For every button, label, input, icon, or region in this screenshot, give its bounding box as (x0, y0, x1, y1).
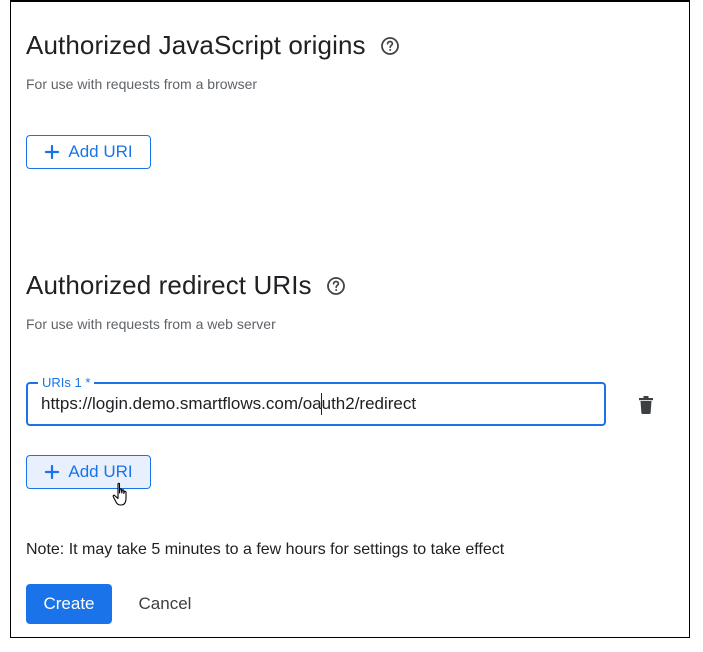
add-uri-label: Add URI (68, 462, 133, 481)
redirect-uris-title: Authorized redirect URIs (26, 270, 312, 300)
add-redirect-uri-button[interactable]: Add URI (26, 455, 151, 489)
js-origins-title: Authorized JavaScript origins (26, 30, 366, 60)
redirect-uri-field[interactable]: URIs 1 * (26, 375, 606, 426)
redirect-uri-field-label: URIs 1 * (38, 375, 95, 391)
js-origins-heading: Authorized JavaScript origins (26, 30, 400, 61)
plus-icon (45, 144, 60, 160)
redirect-uris-heading: Authorized redirect URIs (26, 270, 346, 301)
redirect-uri-input[interactable] (41, 394, 581, 414)
text-caret (321, 393, 322, 415)
create-button[interactable]: Create (26, 584, 112, 624)
settings-note: Note: It may take 5 minutes to a few hou… (26, 541, 505, 558)
cancel-button[interactable]: Cancel (122, 584, 208, 624)
hand-pointer-cursor-icon (112, 482, 127, 506)
add-js-origin-button[interactable]: Add URI (26, 135, 151, 169)
trash-icon[interactable] (638, 396, 654, 414)
plus-icon (45, 464, 60, 480)
help-circle-icon[interactable] (380, 36, 400, 56)
js-origins-subtitle: For use with requests from a browser (26, 76, 258, 92)
redirect-uris-subtitle: For use with requests from a web server (26, 316, 276, 332)
help-circle-icon[interactable] (326, 276, 346, 296)
add-uri-label: Add URI (68, 142, 133, 161)
